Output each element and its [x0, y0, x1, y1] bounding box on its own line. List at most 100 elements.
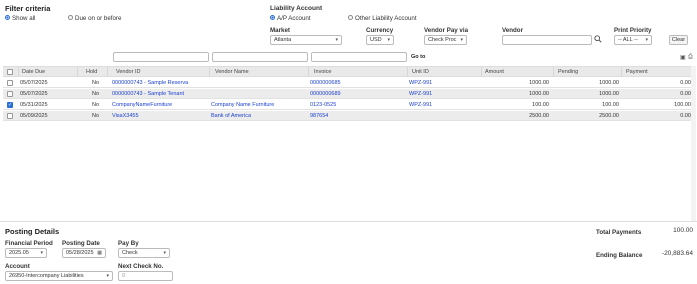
invoice-link[interactable]: 0123-0525 [310, 102, 336, 108]
payment-cell[interactable]: 100.00 [674, 102, 691, 108]
vendor-input[interactable] [502, 35, 592, 45]
payment-cell[interactable]: 0.00 [680, 80, 691, 86]
total-payments-label: Total Payments [596, 229, 642, 236]
chevron-down-icon: ▾ [163, 250, 166, 256]
due-on-or-before-radio[interactable]: Due on or before [68, 14, 121, 22]
vendor-name-link[interactable]: Company Name Furniture [211, 102, 274, 108]
pending-cell: 1000.00 [599, 80, 619, 86]
vendor-name-link[interactable]: Bank of America [211, 113, 251, 119]
col-invoice[interactable]: Invoice [314, 69, 331, 75]
hold-cell: No [92, 80, 100, 86]
print-priority-label: Print Priority [614, 27, 652, 34]
chevron-down-icon: ▾ [387, 37, 390, 43]
radio-unselected-icon [348, 14, 353, 20]
radio-unselected-icon [68, 14, 73, 20]
liability-account-title: Liability Account [270, 5, 323, 12]
grid-scrollbar[interactable] [691, 66, 696, 221]
financial-period-select[interactable]: 2025.05 ▾ [5, 248, 47, 258]
col-payment[interactable]: Payment [626, 69, 648, 75]
show-all-radio[interactable]: Show all [5, 14, 36, 22]
chevron-down-icon: ▾ [645, 37, 648, 43]
market-select[interactable]: Atlanta ▾ [270, 35, 342, 45]
posting-details-title: Posting Details [5, 227, 60, 236]
chevron-down-icon: ▾ [460, 37, 463, 43]
row-checkbox[interactable] [7, 113, 13, 119]
vendor-pay-via-value: Check Proc [428, 37, 457, 43]
currency-value: USD [370, 37, 382, 43]
pay-by-value: Check [122, 250, 138, 256]
ap-account-label: A/P Account [277, 15, 311, 22]
select-all-checkbox[interactable] [7, 69, 13, 75]
goto-search-input-2[interactable] [212, 52, 308, 62]
pending-cell: 100.00 [602, 102, 619, 108]
invoice-link[interactable]: 0000000685 [310, 80, 341, 86]
search-icon[interactable] [594, 35, 602, 45]
other-liability-radio[interactable]: Other Liability Account [348, 14, 417, 22]
col-pending[interactable]: Pending [558, 69, 578, 75]
print-priority-select[interactable]: -- ALL -- ▾ [614, 35, 652, 45]
show-all-label: Show all [12, 15, 36, 22]
goto-search-input-1[interactable] [113, 52, 209, 62]
col-vendor-name[interactable]: Vendor Name [215, 69, 249, 75]
posting-date-field[interactable]: 05/28/2025 ▦ [62, 248, 106, 258]
vendor-id-link[interactable]: 0000000743 - Sample Tenant [112, 91, 184, 97]
row-checkbox[interactable] [7, 91, 13, 97]
date-due-cell: 05/31/2025 [20, 102, 48, 108]
unit-id-link[interactable]: WPZ-991 [409, 80, 432, 86]
ending-balance-value: -20,883.64 [661, 250, 693, 257]
posting-date-label: Posting Date [62, 240, 100, 247]
col-hold[interactable]: Hold [86, 69, 97, 75]
pay-by-select[interactable]: Check ▾ [118, 248, 170, 258]
currency-select[interactable]: USD ▾ [366, 35, 394, 45]
amount-cell: 100.00 [532, 102, 549, 108]
row-checkbox[interactable] [7, 80, 13, 86]
posting-date-value: 05/28/2025 [66, 250, 94, 256]
table-row[interactable]: 05/07/2025 No 0000000743 - Sample Tenant… [3, 89, 695, 99]
other-liability-label: Other Liability Account [355, 15, 417, 22]
amount-cell: 2500.00 [529, 113, 549, 119]
market-value: Atlanta [274, 37, 292, 43]
table-row[interactable]: 05/07/2025 No 0000000743 - Sample Reserv… [3, 78, 695, 88]
invoice-link[interactable]: 0000000689 [310, 91, 341, 97]
vendor-label: Vendor [502, 27, 523, 34]
vendor-id-link[interactable]: CompanyNameFurniture [112, 102, 172, 108]
account-select[interactable]: 26950-Intercompany Liabilities ▾ [5, 271, 113, 281]
pending-cell: 2500.00 [599, 113, 619, 119]
vendor-id-link[interactable]: VisaX3455 [112, 113, 139, 119]
goto-search-input-3[interactable] [311, 52, 407, 62]
col-unit-id[interactable]: Unit ID [412, 69, 429, 75]
clear-button[interactable]: Clear [669, 35, 688, 45]
save-icon[interactable]: ▣ [680, 54, 686, 61]
table-row[interactable]: 05/31/2025 No CompanyNameFurniture Compa… [3, 100, 695, 110]
account-label: Account [5, 263, 30, 270]
vendor-pay-via-select[interactable]: Check Proc ▾ [424, 35, 467, 45]
calendar-icon[interactable]: ▦ [97, 250, 102, 256]
invoice-link[interactable]: 987654 [310, 113, 328, 119]
pending-cell: 1000.00 [599, 91, 619, 97]
payment-cell[interactable]: 0.00 [680, 113, 691, 119]
table-row[interactable]: 05/09/2025 No VisaX3455 Bank of America … [3, 111, 695, 121]
col-amount[interactable]: Amount [485, 69, 504, 75]
print-icon[interactable]: ⎙ [688, 54, 693, 61]
unit-id-link[interactable]: WPZ-991 [409, 102, 432, 108]
chevron-down-icon: ▾ [40, 250, 43, 256]
financial-period-label: Financial Period [5, 240, 53, 247]
financial-period-value: 2025.05 [9, 250, 29, 256]
hold-cell: No [92, 91, 100, 97]
next-check-value: 0 [122, 273, 126, 279]
unit-id-link[interactable]: WPZ-991 [409, 91, 432, 97]
goto-button[interactable]: Go to [411, 54, 425, 60]
ap-account-radio[interactable]: A/P Account [270, 14, 311, 22]
hold-cell: No [92, 113, 100, 119]
currency-label: Currency [366, 27, 394, 34]
next-check-input[interactable]: 0 [118, 271, 173, 281]
payment-cell[interactable]: 0.00 [680, 91, 691, 97]
col-vendor-id[interactable]: Vendor ID [116, 69, 140, 75]
ending-balance-label: Ending Balance [596, 252, 643, 259]
col-date-due[interactable]: Date Due [22, 69, 45, 75]
pay-by-label: Pay By [118, 240, 139, 247]
row-checkbox-checked[interactable] [7, 102, 13, 108]
vendor-id-link[interactable]: 0000000743 - Sample Reserva [112, 80, 188, 86]
vendor-pay-via-label: Vendor Pay via [424, 27, 469, 34]
hold-cell: No [92, 102, 100, 108]
